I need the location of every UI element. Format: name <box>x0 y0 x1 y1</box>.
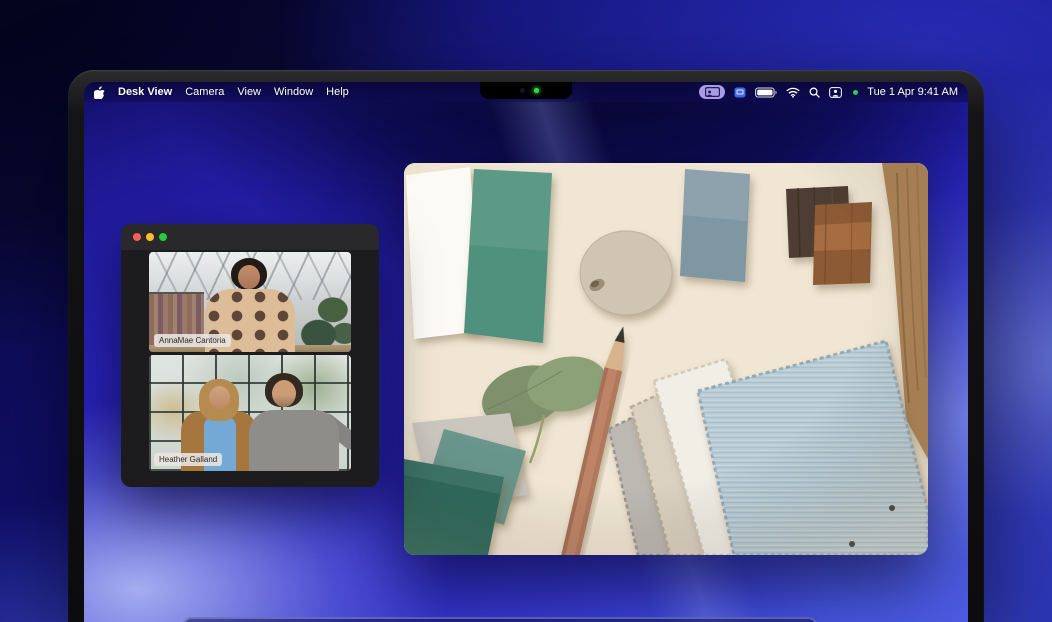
camera-in-use-dot <box>853 90 858 95</box>
man-face <box>272 380 296 407</box>
menu-window[interactable]: Window <box>274 86 313 98</box>
annamae-face <box>238 265 260 289</box>
heather-face <box>209 386 230 409</box>
photo-vignette <box>404 163 928 555</box>
menu-bar-status-area: Tue 1 Apr 9:41 AM <box>699 85 958 99</box>
desktop-wallpaper: Desk View Camera View Window Help <box>84 82 968 622</box>
desk-view-status-icon[interactable] <box>699 85 725 99</box>
desk-view-feed <box>404 163 928 555</box>
office-plants <box>286 290 351 352</box>
desk-view-window[interactable] <box>404 163 928 555</box>
zoom-button[interactable] <box>159 233 167 241</box>
camera-lens <box>520 88 525 93</box>
man-sweater <box>249 410 339 471</box>
close-button[interactable] <box>133 233 141 241</box>
menu-bar-clock[interactable]: Tue 1 Apr 9:41 AM <box>867 86 958 98</box>
participant-name-label: AnnaMae Cantoria <box>154 334 231 347</box>
participant-name-label: Heather Galland <box>154 453 222 466</box>
menu-view[interactable]: View <box>237 86 261 98</box>
menu-camera[interactable]: Camera <box>185 86 224 98</box>
menu-help[interactable]: Help <box>326 86 349 98</box>
wifi-icon[interactable] <box>786 87 800 98</box>
video-tile-heather[interactable]: Heather Galland <box>149 355 351 471</box>
screen-mirroring-icon[interactable] <box>734 87 746 98</box>
video-call-window[interactable]: AnnaMae Cantoria Heather Galland <box>121 224 379 487</box>
minimize-button[interactable] <box>146 233 154 241</box>
apple-menu-icon[interactable] <box>94 86 105 99</box>
search-icon[interactable] <box>809 87 820 98</box>
macbook-display: Desk View Camera View Window Help <box>68 70 984 622</box>
user-switch-icon[interactable] <box>829 87 842 98</box>
video-call-titlebar[interactable] <box>121 224 379 250</box>
menu-bar-left: Desk View Camera View Window Help <box>94 86 349 99</box>
marketing-background: Desk View Camera View Window Help <box>0 0 1052 622</box>
battery-icon[interactable] <box>755 87 777 98</box>
video-tiles: AnnaMae Cantoria Heather Galland <box>149 252 351 471</box>
video-tile-annamae[interactable]: AnnaMae Cantoria <box>149 252 351 352</box>
camera-notch <box>480 82 572 99</box>
menu-desk-view[interactable]: Desk View <box>118 86 172 98</box>
background-window-edge[interactable] <box>182 617 818 622</box>
camera-active-led <box>534 88 539 93</box>
